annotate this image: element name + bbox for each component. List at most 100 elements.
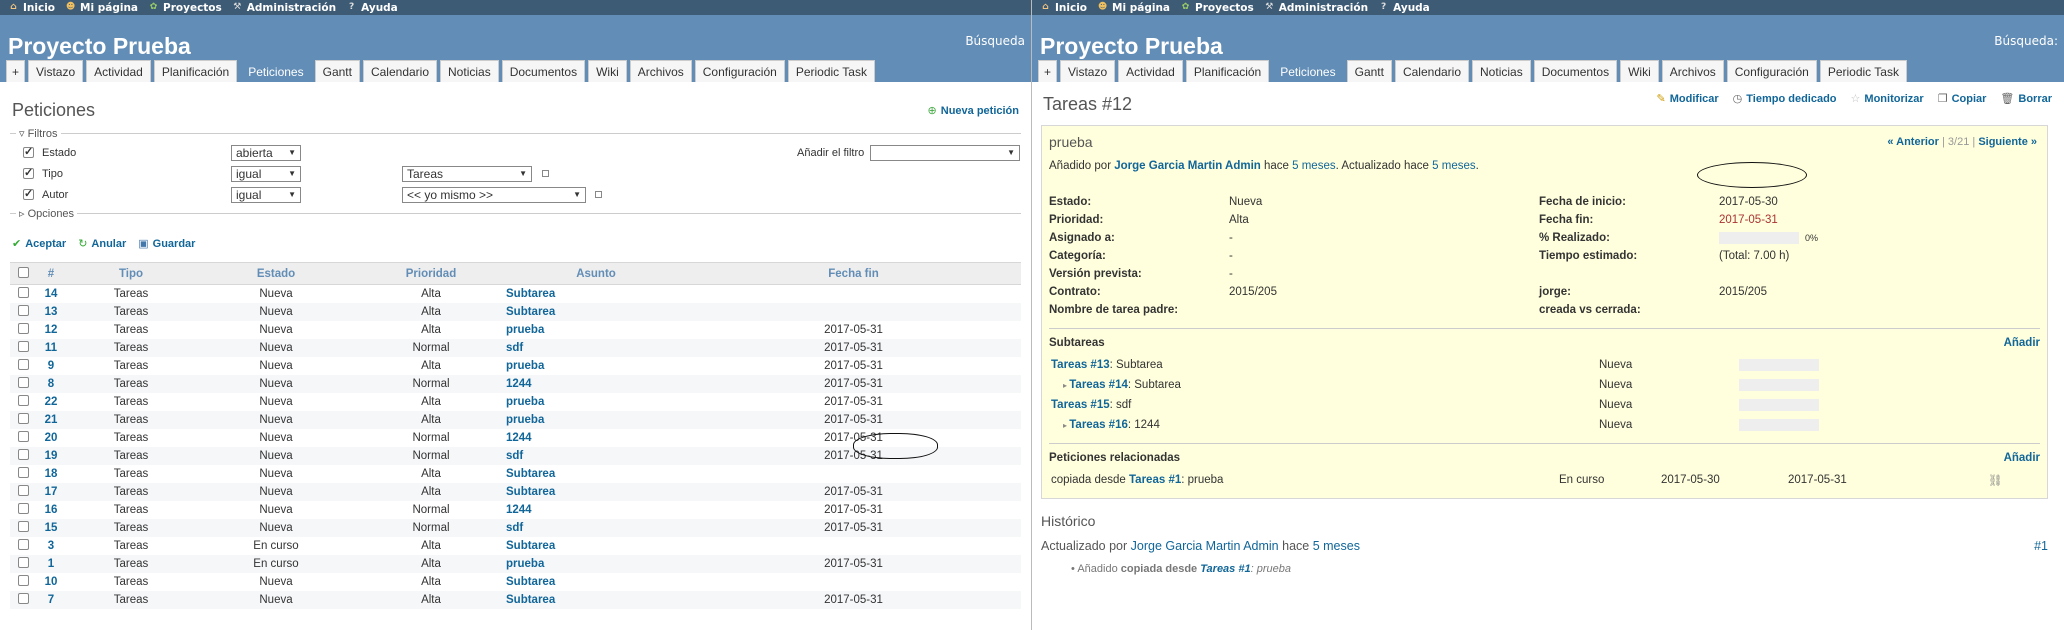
subject-link[interactable]: 1244 xyxy=(506,432,532,444)
author-link[interactable]: Jorge Garcia Martin Admin xyxy=(1114,160,1261,172)
options-legend[interactable]: ▹ Opciones xyxy=(16,207,78,220)
table-row[interactable]: 17 Tareas Nueva Alta Subtarea 2017-05-31 xyxy=(10,482,1021,501)
tab-documents[interactable]: Documentos xyxy=(1533,60,1618,82)
table-row[interactable]: 3 Tareas En curso Alta Subtarea xyxy=(10,537,1021,555)
table-row[interactable]: 11 Tareas Nueva Normal sdf 2017-05-31 xyxy=(10,338,1021,357)
subject-link[interactable]: Subtarea xyxy=(506,576,555,588)
row-checkbox[interactable] xyxy=(17,322,29,334)
row-select-cell[interactable] xyxy=(10,338,36,357)
issue-id-link[interactable]: 18 xyxy=(45,468,58,480)
row-checkbox[interactable] xyxy=(17,592,29,604)
tab-gantt[interactable]: Gantt xyxy=(1346,60,1392,82)
tab-settings[interactable]: Configuración xyxy=(1726,60,1817,82)
menu-projects[interactable]: ✿ Proyectos xyxy=(148,2,222,14)
table-row[interactable]: 13 Tareas Nueva Alta Subtarea xyxy=(10,302,1021,321)
subject-link[interactable]: 1244 xyxy=(506,504,532,516)
table-row[interactable]: 7 Tareas Nueva Alta Subtarea 2017-05-31 xyxy=(10,590,1021,609)
row-select-cell[interactable] xyxy=(10,518,36,537)
issue-id-link[interactable]: 12 xyxy=(45,324,58,336)
tab-issues[interactable]: Peticiones xyxy=(1272,60,1344,82)
col-tracker[interactable]: Tipo xyxy=(66,262,196,285)
tab-new[interactable]: + xyxy=(1038,60,1058,82)
row-select-cell[interactable] xyxy=(10,537,36,555)
next-link[interactable]: Siguiente » xyxy=(1978,136,2037,148)
subject-link[interactable]: prueba xyxy=(506,558,544,570)
table-row[interactable]: 15 Tareas Nueva Normal sdf 2017-05-31 xyxy=(10,518,1021,537)
row-checkbox[interactable] xyxy=(17,286,29,298)
menu-admin[interactable]: ⚒ Administración xyxy=(232,2,336,14)
table-row[interactable]: 21 Tareas Nueva Alta prueba 2017-05-31 xyxy=(10,410,1021,429)
subject-link[interactable]: prueba xyxy=(506,396,544,408)
journal-ago-link[interactable]: 5 meses xyxy=(1313,539,1360,553)
issue-id-link[interactable]: 8 xyxy=(48,378,54,390)
row-checkbox[interactable] xyxy=(17,394,29,406)
col-id[interactable]: # xyxy=(36,262,66,285)
tab-periodic-task[interactable]: Periodic Task xyxy=(787,60,875,82)
subject-link[interactable]: Subtarea xyxy=(506,288,555,300)
col-due-date[interactable]: Fecha fin xyxy=(686,262,1021,285)
issue-id-link[interactable]: 1 xyxy=(48,558,54,570)
issue-id-link[interactable]: 17 xyxy=(45,486,58,498)
row-checkbox[interactable] xyxy=(17,340,29,352)
apply-button[interactable]: ✔ Aceptar xyxy=(12,237,66,251)
row-checkbox[interactable] xyxy=(17,430,29,442)
copy-link[interactable]: ❐ Copiar xyxy=(1938,92,1987,106)
select-all-cell[interactable] xyxy=(10,262,36,285)
filter-author-operator[interactable]: igual ▼ xyxy=(231,186,301,203)
menu-admin[interactable]: ⚒ Administración xyxy=(1264,2,1368,14)
subtask-link[interactable]: Tareas #16 xyxy=(1069,419,1128,431)
issue-id-link[interactable]: 3 xyxy=(48,540,54,552)
toggle-multiselect-icon[interactable] xyxy=(595,191,602,198)
menu-my-page[interactable]: ☻ Mi página xyxy=(1097,2,1170,14)
table-row[interactable]: 1 Tareas En curso Alta prueba 2017-05-31 xyxy=(10,554,1021,573)
row-checkbox[interactable] xyxy=(17,412,29,424)
filter-tracker-checkbox[interactable] xyxy=(23,166,34,179)
row-select-cell[interactable] xyxy=(10,573,36,591)
edit-link[interactable]: ✎ Modificar xyxy=(1657,92,1719,106)
filter-tracker-operator[interactable]: igual ▼ xyxy=(231,165,301,182)
subject-link[interactable]: prueba xyxy=(506,360,544,372)
tab-new[interactable]: + xyxy=(6,60,26,82)
row-select-cell[interactable] xyxy=(10,590,36,609)
add-filter-select[interactable]: ▼ xyxy=(870,144,1020,161)
filters-legend[interactable]: ▿ Filtros xyxy=(16,127,61,140)
tab-wiki[interactable]: Wiki xyxy=(1620,60,1659,82)
row-checkbox[interactable] xyxy=(17,556,29,568)
row-checkbox[interactable] xyxy=(17,358,29,370)
subject-link[interactable]: Subtarea xyxy=(506,540,555,552)
issue-id-link[interactable]: 9 xyxy=(48,360,54,372)
issue-id-link[interactable]: 7 xyxy=(48,594,54,606)
row-select-cell[interactable] xyxy=(10,321,36,339)
menu-home[interactable]: ⌂ Inicio xyxy=(8,2,55,14)
issue-id-link[interactable]: 14 xyxy=(45,288,58,300)
filter-tracker-value[interactable]: Tareas ▼ xyxy=(402,165,532,182)
log-time-link[interactable]: ◷ Tiempo dedicado xyxy=(1733,92,1837,106)
add-relation-link[interactable]: Añadir xyxy=(2004,452,2040,464)
issue-id-link[interactable]: 13 xyxy=(45,306,58,318)
tab-wiki[interactable]: Wiki xyxy=(588,60,627,82)
subject-link[interactable]: Subtarea xyxy=(506,468,555,480)
relation-link[interactable]: Tareas #1 xyxy=(1129,474,1181,486)
row-checkbox[interactable] xyxy=(17,502,29,514)
row-select-cell[interactable] xyxy=(10,501,36,519)
tab-activity[interactable]: Actividad xyxy=(1118,60,1183,82)
issue-id-link[interactable]: 15 xyxy=(45,522,58,534)
table-row[interactable]: 22 Tareas Nueva Alta prueba 2017-05-31 xyxy=(10,393,1021,411)
table-row[interactable]: 16 Tareas Nueva Normal 1244 2017-05-31 xyxy=(10,501,1021,519)
tab-roadmap[interactable]: Planificación xyxy=(1185,60,1270,82)
tab-overview[interactable]: Vistazo xyxy=(28,60,84,82)
issue-id-link[interactable]: 11 xyxy=(45,342,57,354)
row-select-cell[interactable] xyxy=(10,285,36,303)
watch-link[interactable]: ☆ Monitorizar xyxy=(1851,92,1924,106)
save-button[interactable]: ▣ Guardar xyxy=(138,237,195,251)
filter-status-checkbox[interactable] xyxy=(23,145,34,158)
subtask-link[interactable]: Tareas #14 xyxy=(1069,379,1128,391)
issue-id-link[interactable]: 10 xyxy=(45,576,58,588)
row-select-cell[interactable] xyxy=(10,429,36,447)
table-row[interactable]: 18 Tareas Nueva Alta Subtarea xyxy=(10,465,1021,483)
menu-projects[interactable]: ✿ Proyectos xyxy=(1180,2,1254,14)
row-select-cell[interactable] xyxy=(10,482,36,501)
row-checkbox[interactable] xyxy=(17,304,29,316)
updated-ago-link[interactable]: 5 meses xyxy=(1432,160,1475,172)
toggle-multiselect-icon[interactable] xyxy=(542,170,549,177)
